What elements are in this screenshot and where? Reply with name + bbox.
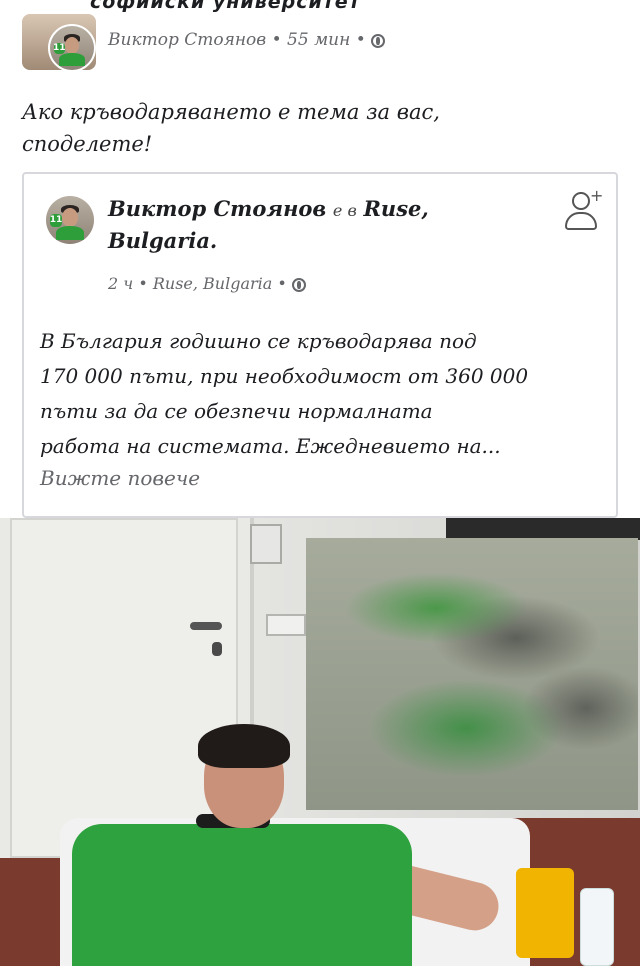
shared-post-text: В България годишно се кръводарява под 17… — [40, 329, 529, 458]
door-handle — [190, 622, 222, 630]
sharps-container — [516, 868, 574, 958]
post-text: Ако кръводаряването е тема за вас, споде… — [22, 100, 440, 156]
shared-location-country[interactable]: Bulgaria. — [108, 228, 217, 253]
shared-author-line: Виктор Стоянов е в Ruse, Bulgaria. — [108, 196, 429, 253]
post-photo[interactable] — [0, 518, 640, 966]
sanitizer-bottle — [580, 888, 614, 966]
globe-icon — [371, 34, 386, 48]
page-avatar[interactable]: 11 — [22, 14, 96, 70]
blurred-overlay — [306, 538, 638, 810]
post-meta: Виктор Стоянов • 55 мин • — [108, 30, 386, 50]
shared-meta: 2 ч • Ruse, Bulgaria • — [108, 274, 306, 293]
person-green-shirt — [72, 824, 412, 966]
shared-post-card[interactable]: 11 Виктор Стоянов е в Ruse, Bulgaria. + … — [22, 172, 618, 518]
photo-dark-corner — [446, 518, 640, 540]
photo-door — [10, 518, 238, 858]
shared-author-avatar[interactable]: 11 — [46, 196, 94, 244]
shared-location[interactable]: Ruse, — [363, 196, 428, 221]
globe-icon — [291, 278, 306, 292]
post-time[interactable]: 55 мин — [287, 30, 350, 50]
add-friend-icon[interactable]: + — [562, 186, 604, 236]
shared-time[interactable]: 2 ч — [108, 274, 133, 293]
cut-off-page-title: софийски университет — [90, 0, 361, 13]
wall-thermostat — [250, 524, 282, 564]
door-lock — [212, 642, 222, 656]
shared-place[interactable]: Ruse, Bulgaria — [153, 274, 272, 293]
wall-switch — [266, 614, 306, 636]
see-more-link[interactable]: Вижте повече — [40, 466, 200, 490]
person-hair — [198, 724, 290, 768]
post-author[interactable]: Виктор Стоянов — [108, 30, 266, 50]
shared-author-name[interactable]: Виктор Стоянов — [108, 196, 326, 221]
